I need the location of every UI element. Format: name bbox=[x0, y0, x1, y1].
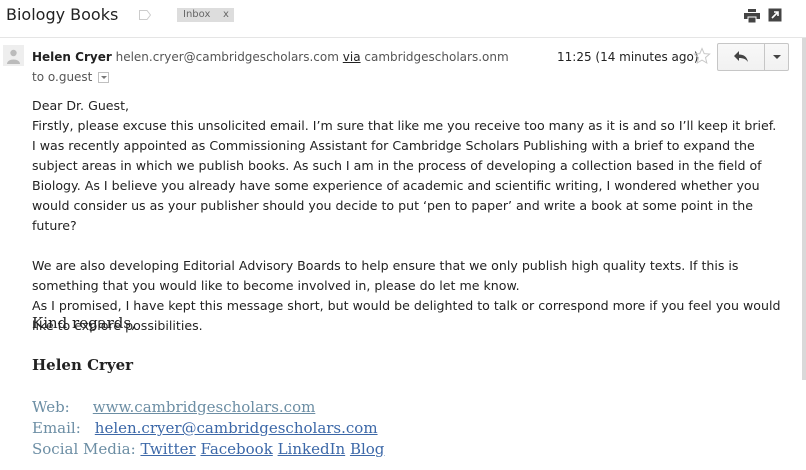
website-link[interactable]: www.cambridgescholars.com bbox=[93, 398, 316, 416]
reply-icon bbox=[734, 51, 748, 62]
remove-label-button[interactable]: x bbox=[223, 8, 229, 22]
facebook-link[interactable]: Facebook bbox=[200, 440, 272, 458]
label-chip-text: Inbox bbox=[183, 9, 211, 20]
show-details-toggle[interactable] bbox=[98, 72, 110, 83]
linkedin-link[interactable]: LinkedIn bbox=[278, 440, 346, 458]
email-subject: Biology Books bbox=[6, 5, 119, 24]
message-body: Dear Dr. Guest, Firstly, please excuse t… bbox=[32, 96, 792, 336]
label-chip-inbox: Inbox x bbox=[177, 8, 234, 22]
more-actions-button[interactable] bbox=[764, 43, 789, 71]
recipient-prefix: to bbox=[32, 70, 45, 84]
signature-web-row: Web: www.cambridgescholars.com bbox=[32, 398, 315, 416]
reply-button[interactable] bbox=[717, 43, 765, 71]
via-link[interactable]: via bbox=[343, 50, 361, 64]
body-paragraph: We are also developing Editorial Advisor… bbox=[32, 258, 739, 293]
subject-bar: Biology Books Inbox x bbox=[0, 0, 806, 36]
scrollbar[interactable] bbox=[802, 38, 806, 380]
body-paragraph: I was recently appointed as Commissionin… bbox=[32, 138, 762, 233]
blog-link[interactable]: Blog bbox=[350, 440, 384, 458]
signature-social-row: Social Media: Twitter Facebook LinkedIn … bbox=[32, 440, 384, 458]
web-label: Web: bbox=[32, 398, 70, 416]
star-icon[interactable] bbox=[693, 47, 711, 65]
avatar-icon bbox=[7, 49, 20, 64]
sender-email: helen.cryer@cambridgescholars.com bbox=[115, 50, 339, 64]
sender-line: Helen Cryer helen.cryer@cambridgescholar… bbox=[32, 49, 508, 65]
via-domain: cambridgescholars.onmicrosoft.com bbox=[364, 50, 508, 64]
recipient: o.guest bbox=[47, 70, 93, 84]
body-paragraph: Firstly, please excuse this unsolicited … bbox=[32, 118, 777, 133]
twitter-link[interactable]: Twitter bbox=[140, 440, 195, 458]
email-link[interactable]: helen.cryer@cambridgescholars.com bbox=[95, 419, 378, 437]
signature-name: Helen Cryer bbox=[32, 356, 134, 374]
header-divider bbox=[0, 37, 806, 38]
signature-email-row: Email: helen.cryer@cambridgescholars.com bbox=[32, 419, 378, 437]
label-tag-icon[interactable] bbox=[139, 10, 151, 20]
social-label: Social Media: bbox=[32, 440, 136, 458]
sender-name[interactable]: Helen Cryer bbox=[32, 50, 112, 64]
salutation: Dear Dr. Guest, bbox=[32, 98, 130, 113]
print-icon[interactable] bbox=[744, 9, 760, 23]
body-paragraph: As I promised, I have kept this message … bbox=[32, 298, 781, 333]
message-timestamp: 11:25 (14 minutes ago) bbox=[557, 50, 699, 64]
closing: Kind regards, bbox=[32, 314, 136, 332]
popout-icon[interactable] bbox=[768, 8, 782, 22]
recipient-line: to o.guest bbox=[32, 69, 110, 85]
avatar[interactable] bbox=[3, 45, 24, 66]
email-label: Email: bbox=[32, 419, 81, 437]
